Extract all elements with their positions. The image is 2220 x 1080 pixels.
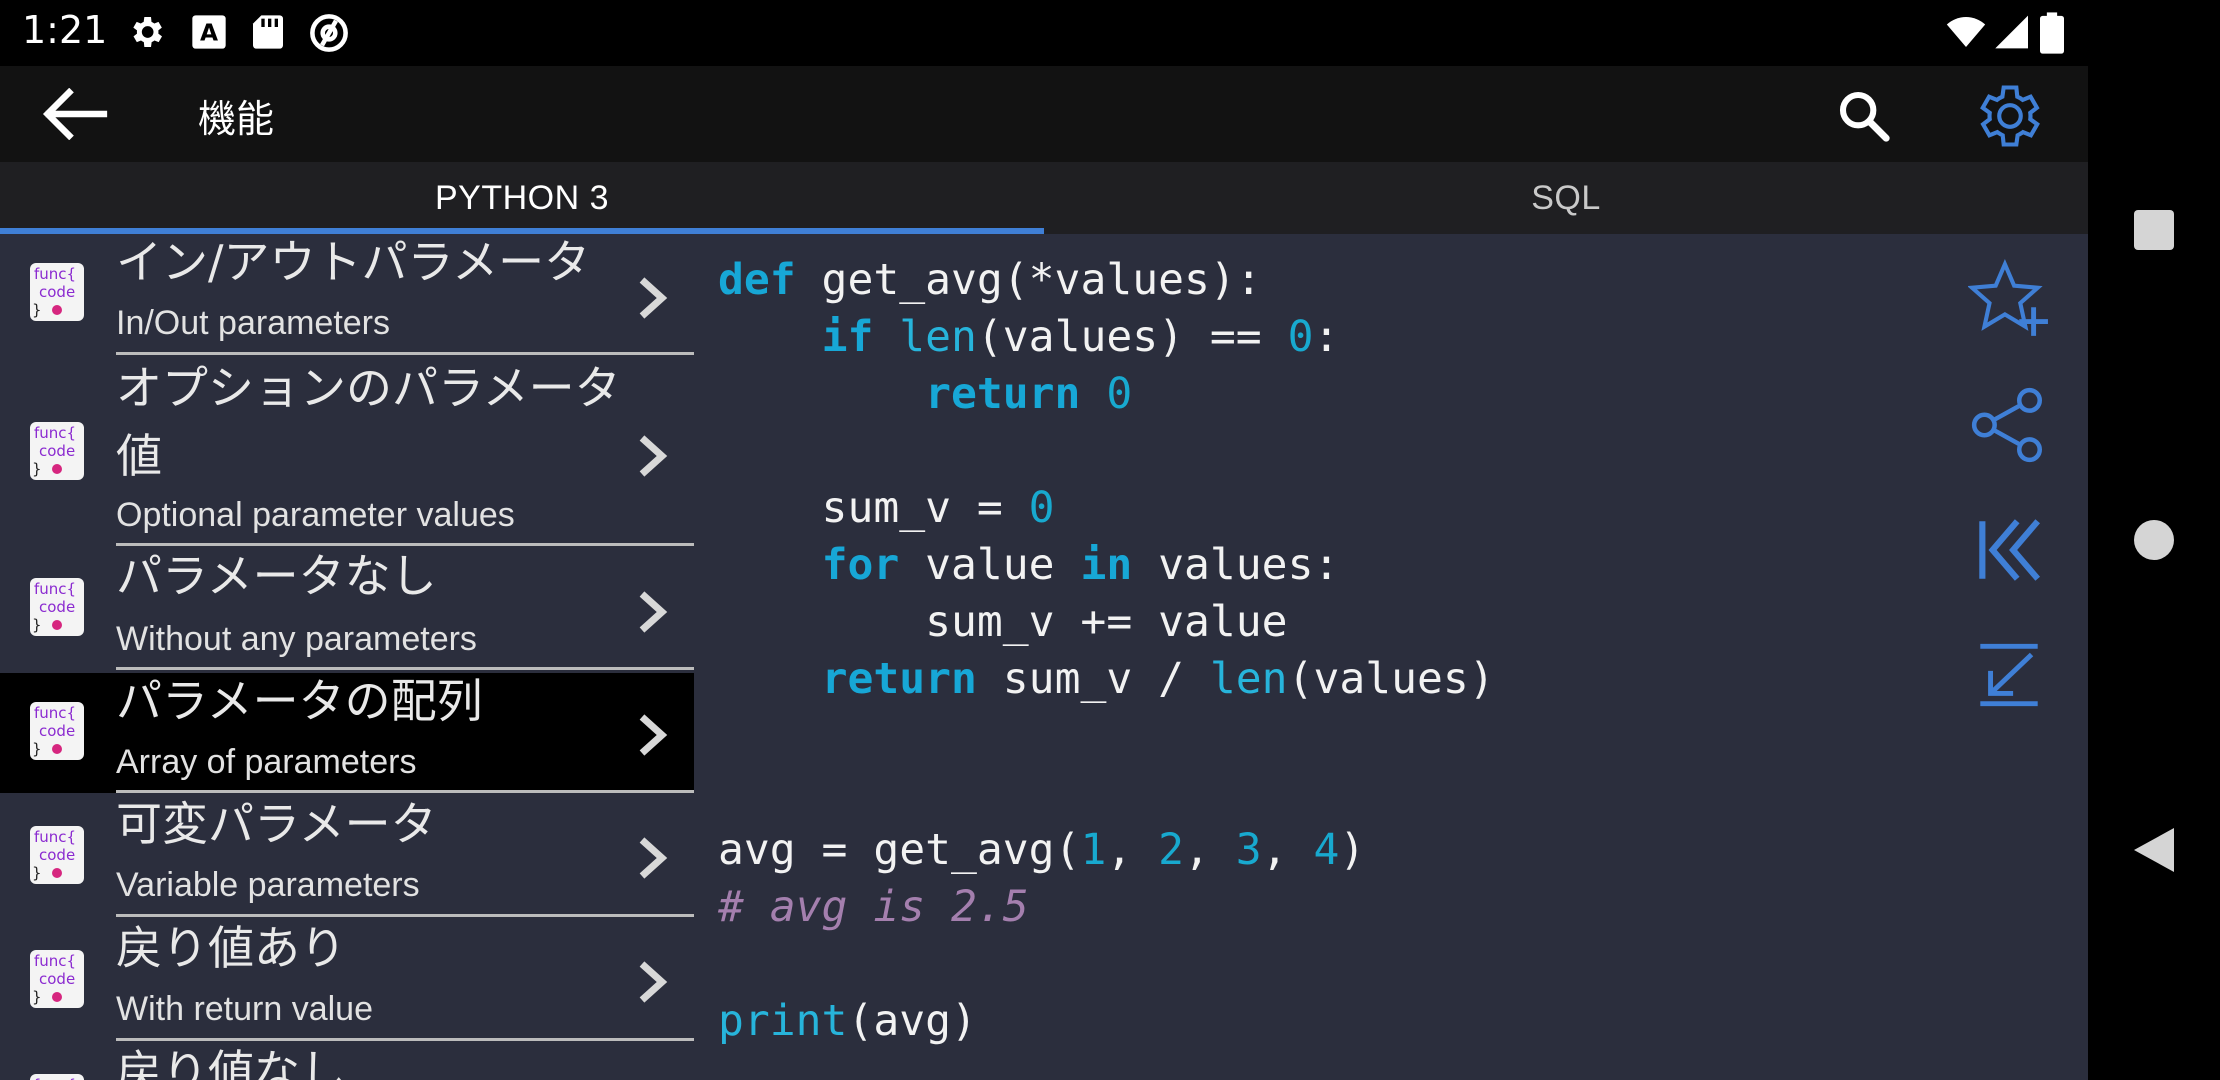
sd-card-icon [253, 15, 283, 49]
arrow-left-icon[interactable] [40, 88, 110, 140]
chevron-right-icon [639, 435, 668, 477]
arrow-down-left-icon[interactable] [1968, 634, 2050, 716]
chevron-right-icon [639, 591, 668, 633]
home-circle-icon[interactable] [2132, 518, 2176, 562]
list-item[interactable]: func{ 戻り値なし [0, 1044, 694, 1080]
item-title-en: Optional parameter values [116, 496, 515, 534]
tab-python-3[interactable]: PYTHON 3 [0, 162, 1044, 234]
code-line: return sum_v / len(values) [821, 654, 1495, 704]
list-item[interactable]: func{ code } 可変パラメータ Variable parameters [0, 796, 694, 920]
page-title: 機能 [198, 97, 275, 141]
search-icon[interactable] [1836, 88, 1892, 144]
font-icon: A [192, 15, 226, 49]
item-title-jp: パラメータなし [116, 549, 437, 603]
item-title-jp: 可変パラメータ [116, 797, 437, 851]
status-bar: 1:21 A [0, 0, 2088, 66]
func-code-icon: func{ [30, 1074, 84, 1080]
item-title-en: Without any parameters [116, 620, 477, 658]
list-item[interactable]: func{ code } イン/アウトパラメータ In/Out paramete… [0, 234, 694, 355]
skip-to-start-icon[interactable] [1968, 509, 2050, 591]
chevron-right-icon [639, 837, 668, 879]
navigation-bar [2088, 0, 2220, 1080]
battery-icon [2040, 12, 2064, 54]
chevron-right-icon [639, 961, 668, 1003]
at-sign-icon [310, 14, 348, 52]
list-item[interactable]: func{ code } パラメータなし Without any paramet… [0, 546, 694, 670]
back-triangle-icon[interactable] [2132, 826, 2176, 874]
code-line: # avg is 2.5 [718, 882, 1029, 932]
settings-icon [133, 17, 162, 47]
status-time: 1:21 [22, 8, 108, 52]
code-line: sum_v = 0 [718, 483, 1055, 533]
func-code-icon: func{ code } [30, 702, 84, 760]
svg-text:A: A [200, 18, 218, 46]
recents-square-icon[interactable] [2132, 208, 2176, 252]
item-title-en: In/Out parameters [116, 304, 391, 342]
wifi-icon [1946, 17, 1986, 47]
star-add-icon[interactable] [1968, 258, 2050, 340]
list-item-selected[interactable]: func{ code } パラメータの配列 Array of parameter… [0, 673, 694, 793]
tab-sql[interactable]: SQL [1044, 162, 2088, 234]
code-block: def get_avg(*values): if len(values) == … [718, 252, 1495, 1050]
code-line: avg = get_avg(1, 2, 3, 4) [718, 825, 1366, 875]
func-code-icon: func{ code } [30, 950, 84, 1008]
func-code-icon: func{ code } [30, 826, 84, 884]
list-item[interactable]: func{ code } オプションのパラメータ値 Optional param… [0, 356, 694, 546]
item-title-jp: 戻り値あり [116, 921, 346, 975]
share-icon[interactable] [1968, 384, 2050, 466]
app-bar: 機能 [0, 66, 2088, 162]
code-line: print(avg) [718, 996, 977, 1046]
code-line: for value in values: [821, 540, 1340, 590]
func-code-icon: func{ code } [30, 578, 84, 636]
item-title-jp: オプションのパラメータ値 [116, 361, 621, 483]
code-line: def get_avg(*values): [718, 255, 1262, 305]
func-code-icon: func{ code } [30, 263, 84, 321]
item-title-jp: パラメータの配列 [116, 674, 483, 728]
code-line: sum_v += value [718, 597, 1288, 647]
item-title-jp: イン/アウトパラメータ [116, 235, 591, 289]
item-title-en: With return value [116, 990, 373, 1028]
chevron-right-icon [639, 714, 668, 756]
content-area: func{ code } イン/アウトパラメータ In/Out paramete… [0, 234, 2088, 1080]
topic-list[interactable]: func{ code } イン/アウトパラメータ In/Out paramete… [0, 234, 694, 1080]
func-code-icon: func{ code } [30, 422, 84, 480]
list-item[interactable]: func{ code } 戻り値あり With return value [0, 920, 694, 1044]
item-title-en: Array of parameters [116, 743, 417, 781]
tab-bar: PYTHON 3 SQL [0, 162, 2088, 234]
code-line: return 0 [925, 369, 1133, 419]
item-title-jp: 戻り値なし [116, 1045, 346, 1080]
gear-icon[interactable] [1972, 78, 2048, 154]
code-line: if len(values) == 0: [821, 312, 1340, 362]
signal-icon [1995, 15, 2028, 49]
chevron-right-icon [639, 277, 668, 319]
item-title-en: Variable parameters [116, 866, 420, 904]
